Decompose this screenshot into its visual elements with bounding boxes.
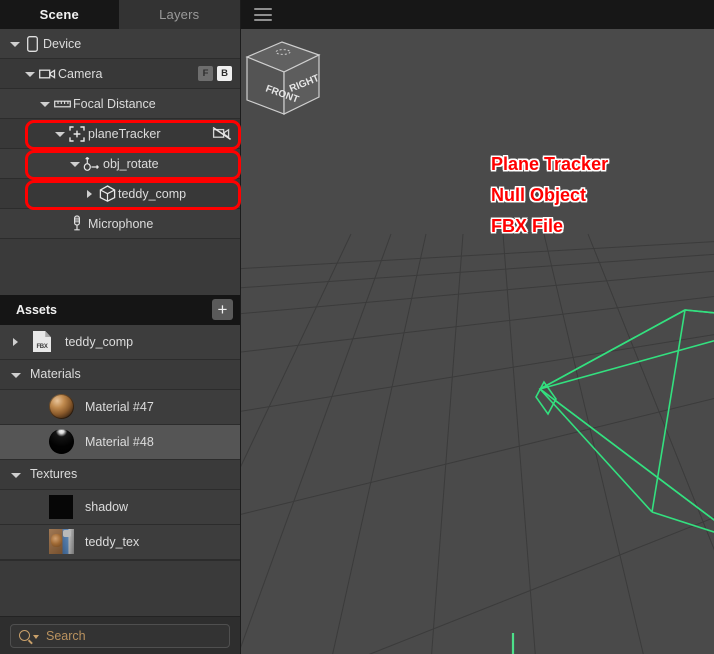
tree-item-label: teddy_comp [118, 186, 187, 201]
fbx-file-icon: FBX [29, 329, 55, 355]
tree-item-label: Device [43, 36, 82, 51]
twisty-icon[interactable] [38, 97, 51, 110]
tree-item-label: Camera [58, 66, 103, 81]
twisty-placeholder [10, 400, 23, 413]
tab-layers[interactable]: Layers [118, 0, 240, 29]
axis-gizmo [511, 633, 515, 654]
tree-item-obj-rotate[interactable]: obj_rotate [0, 149, 240, 179]
twisty-icon[interactable] [10, 468, 23, 481]
twisty-icon[interactable] [10, 368, 23, 381]
left-panel: Scene Layers Device Camera F B Focal Dis… [0, 0, 241, 654]
floor-grid [241, 233, 714, 654]
tree-item-device[interactable]: Device [0, 29, 240, 59]
assets-list: FBX teddy_comp Materials Material #47 Ma… [0, 324, 240, 560]
tree-item-teddy-comp[interactable]: teddy_comp [0, 179, 240, 209]
search-input[interactable]: Search [10, 623, 230, 648]
add-asset-button[interactable]: + [212, 299, 233, 320]
asset-label: teddy_tex [85, 534, 140, 549]
asset-label: teddy_comp [65, 334, 134, 349]
swatch-black-thumb [49, 494, 75, 520]
asset-item-material-47[interactable]: Material #47 [0, 389, 240, 425]
app-root: Scene Layers Device Camera F B Focal Dis… [0, 0, 714, 654]
asset-group-label: Textures [30, 467, 78, 481]
search-icon [19, 630, 30, 641]
annotation-plane-tracker: Plane Tracker [491, 154, 609, 174]
3d-viewport[interactable]: FRONT RIGHT Plane Tracker Null Object FB… [241, 29, 714, 654]
annotation-group: Plane Tracker Null Object FBX File [491, 149, 608, 242]
orientation-cube[interactable]: FRONT RIGHT [241, 37, 325, 123]
twisty-icon[interactable] [83, 187, 96, 200]
twisty-icon[interactable] [53, 127, 66, 140]
twisty-placeholder [10, 435, 23, 448]
tree-item-label: Focal Distance [73, 96, 156, 111]
hierarchy-empty-area [0, 239, 240, 295]
annotation-null-object: Null Object [491, 185, 587, 205]
microphone-icon [66, 215, 88, 232]
mesh-cube-icon [96, 185, 118, 202]
asset-group-label: Materials [30, 367, 81, 381]
twisty-icon[interactable] [10, 335, 23, 348]
annotation-fbx-file: FBX File [491, 216, 564, 236]
sphere-black-thumb [49, 428, 75, 455]
tree-item-focal-distance[interactable]: Focal Distance [0, 89, 240, 119]
sphere-brown-thumb [49, 393, 75, 420]
camera-off-icon[interactable] [212, 126, 240, 141]
assets-title: Assets [16, 302, 57, 317]
null-object-icon [81, 156, 103, 172]
tree-item-label: obj_rotate [103, 156, 159, 171]
tree-item-camera[interactable]: Camera F B [0, 59, 240, 89]
tab-scene[interactable]: Scene [0, 0, 119, 29]
camera-frustum [535, 309, 714, 533]
tree-item-planetracker[interactable]: planeTracker [0, 119, 240, 149]
twisty-placeholder [10, 535, 23, 548]
scene-hierarchy-tree: Device Camera F B Focal Distance planeTr… [0, 29, 241, 239]
search-placeholder: Search [46, 628, 86, 643]
asset-group-textures[interactable]: Textures [0, 459, 240, 490]
top-bar [241, 0, 714, 29]
assets-empty-area [0, 559, 240, 616]
assets-header: Assets + [0, 294, 240, 325]
asset-item-shadow[interactable]: shadow [0, 489, 240, 525]
twisty-placeholder [53, 217, 66, 230]
asset-item-material-48[interactable]: Material #48 [0, 424, 240, 460]
asset-label: shadow [85, 499, 129, 514]
twisty-icon[interactable] [23, 67, 36, 80]
asset-item-teddy-comp-fbx[interactable]: FBX teddy_comp [0, 324, 240, 360]
badge-front[interactable]: F [198, 66, 213, 81]
tree-item-label: planeTracker [88, 126, 161, 141]
twisty-placeholder [10, 500, 23, 513]
plane-tracker-icon [66, 125, 88, 142]
asset-group-materials[interactable]: Materials [0, 359, 240, 390]
teddy-texture-thumb [49, 528, 75, 555]
camera-badges: F B [198, 66, 240, 81]
tree-item-microphone[interactable]: Microphone [0, 209, 240, 239]
chevron-down-icon[interactable] [33, 634, 39, 639]
tree-item-label: Microphone [88, 216, 154, 231]
search-bar: Search [0, 616, 240, 654]
device-phone-icon [21, 35, 43, 52]
twisty-icon[interactable] [8, 37, 21, 50]
badge-back[interactable]: B [217, 66, 232, 81]
panel-tab-bar: Scene Layers [0, 0, 240, 29]
twisty-icon[interactable] [68, 157, 81, 170]
camera-icon [36, 68, 58, 80]
asset-label: Material #47 [85, 399, 154, 414]
asset-item-teddy-tex[interactable]: teddy_tex [0, 524, 240, 560]
ruler-icon [51, 99, 73, 109]
hamburger-icon[interactable] [254, 8, 272, 21]
asset-label: Material #48 [85, 434, 154, 449]
right-column: FRONT RIGHT Plane Tracker Null Object FB… [241, 0, 714, 654]
